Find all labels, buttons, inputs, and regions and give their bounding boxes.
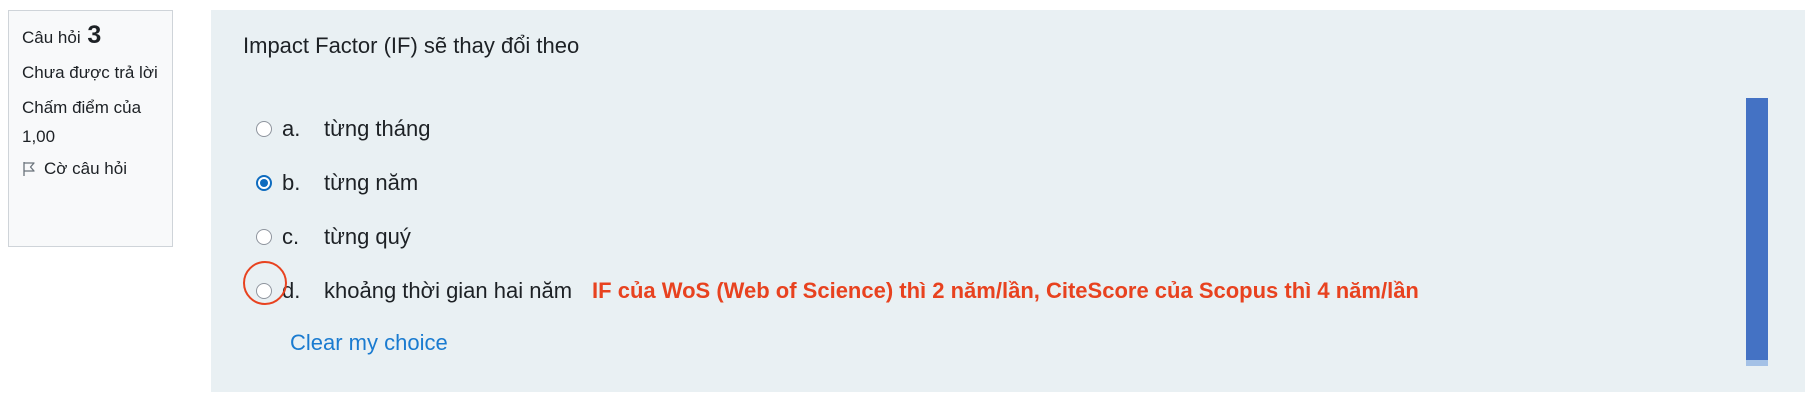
side-accent-bar	[1746, 98, 1768, 360]
question-label: Câu hỏi	[22, 28, 81, 47]
option-text: khoảng thời gian hai năm	[324, 278, 573, 303]
option-text: từng năm	[324, 170, 419, 195]
option-text: từng quý	[324, 224, 411, 249]
answer-option-b[interactable]: b. từng năm	[256, 156, 1419, 210]
question-grade: Chấm điểm của 1,00	[22, 98, 142, 146]
answer-option-a[interactable]: a. từng tháng	[256, 102, 1419, 156]
flag-question-link[interactable]: Cờ câu hỏi	[22, 157, 160, 181]
answer-options: a. từng tháng b. từng năm c. từng quý d.…	[243, 102, 1419, 318]
answer-option-c[interactable]: c. từng quý	[256, 210, 1419, 264]
option-text: từng tháng	[324, 116, 431, 141]
radio-a[interactable]	[256, 121, 272, 137]
radio-c[interactable]	[256, 229, 272, 245]
question-info-panel: Câu hỏi 3 Chưa được trả lời Chấm điểm củ…	[8, 10, 173, 247]
option-letter: a.	[282, 116, 301, 141]
annotation-note: IF của WoS (Web of Science) thì 2 năm/lầ…	[592, 278, 1419, 303]
side-accent-bar-end	[1746, 360, 1768, 366]
answer-option-d[interactable]: d. khoảng thời gian hai năm IF của WoS (…	[243, 261, 1419, 318]
flag-label: Cờ câu hỏi	[44, 159, 127, 178]
option-letter: d.	[282, 278, 301, 303]
question-number: 3	[87, 21, 102, 49]
question-number-heading: Câu hỏi 3	[22, 23, 160, 50]
clear-choice-link[interactable]: Clear my choice	[290, 330, 448, 356]
radio-b[interactable]	[256, 175, 272, 191]
question-state: Chưa được trả lời	[22, 63, 158, 82]
flag-outline-icon	[22, 161, 36, 177]
radio-d[interactable]	[256, 283, 272, 299]
option-letter: c.	[282, 224, 300, 249]
question-text: Impact Factor (IF) sẽ thay đổi theo	[243, 33, 580, 58]
question-content: Impact Factor (IF) sẽ thay đổi theo a. t…	[211, 10, 1805, 392]
option-letter: b.	[282, 170, 301, 195]
